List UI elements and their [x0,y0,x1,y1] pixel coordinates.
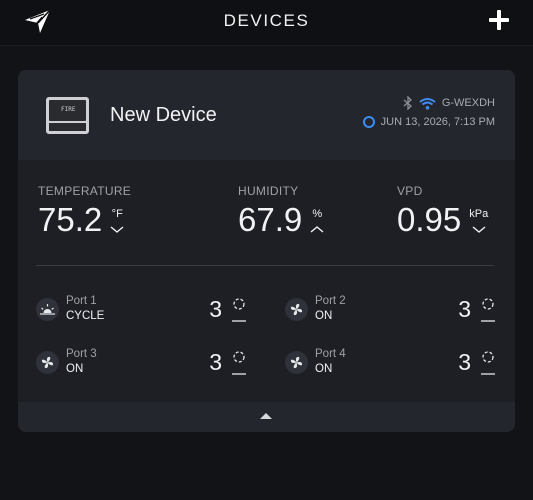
clock-icon [362,116,375,128]
metric-label: VPD [397,184,423,198]
metric-humidity: HUMIDITY 67.9 % [238,184,324,238]
port-level: 3 [458,349,471,375]
port-mode: ON [315,310,333,322]
bluetooth-icon [403,96,412,110]
device-card-header[interactable]: FIRE New Device G-WEXDH JUN 13, 2026, 7:… [18,70,515,160]
port-mode: CYCLE [66,310,105,322]
speed-dial-icon [481,298,495,322]
port-mode: ON [315,363,333,375]
metric-value: 75.2 [38,201,103,238]
device-name: New Device [110,104,217,126]
port-level: 3 [209,349,222,375]
metric-unit: °F [111,208,123,220]
caret-up-icon [260,413,272,419]
top-bar: DEVICES [0,0,533,46]
network-name: G-WEXDH [441,97,495,109]
fan-icon [36,351,59,374]
port-level: 3 [209,296,222,322]
metric-value: 67.9 [238,201,303,238]
page-title: DEVICES [223,11,310,30]
fan-icon [285,298,308,321]
metric-temperature: TEMPERATURE 75.2 °F [38,184,131,238]
device-card[interactable]: FIRE New Device G-WEXDH JUN 13, 2026, 7:… [18,70,515,432]
metric-unit: % [312,208,323,220]
chevron-down-icon [472,226,486,233]
port-name: Port 4 [315,348,346,360]
speed-dial-icon [232,351,246,375]
divider [36,265,494,266]
speed-dial-icon [481,351,495,375]
device-thumbnail: FIRE [46,97,89,134]
port-name: Port 3 [66,348,97,360]
chevron-down-icon [110,226,124,233]
timestamp: JUN 13, 2026, 7:13 PM [380,116,495,128]
port-name: Port 1 [66,295,97,307]
metric-unit: kPa [469,208,489,220]
port-4[interactable]: Port 4 ON 3 [285,346,495,382]
metric-vpd: VPD 0.95 kPa [397,184,488,238]
port-level: 3 [458,296,471,322]
port-1[interactable]: Port 1 CYCLE 3 [36,293,246,329]
wifi-icon [419,97,436,110]
connection-status: G-WEXDH [403,96,495,110]
metric-label: HUMIDITY [238,184,299,198]
port-2[interactable]: Port 2 ON 3 [285,293,495,329]
last-updated: JUN 13, 2026, 7:13 PM [362,116,495,128]
collapse-toggle[interactable] [18,402,515,432]
port-3[interactable]: Port 3 ON 3 [36,346,246,382]
device-screen-text: FIRE [61,106,76,113]
sunrise-icon [36,298,59,321]
port-mode: ON [66,363,84,375]
chevron-up-icon [310,226,324,233]
metric-value: 0.95 [397,201,462,238]
add-device-button[interactable] [487,8,511,32]
fan-icon [285,351,308,374]
speed-dial-icon [232,298,246,322]
port-name: Port 2 [315,295,346,307]
metric-label: TEMPERATURE [38,184,132,198]
